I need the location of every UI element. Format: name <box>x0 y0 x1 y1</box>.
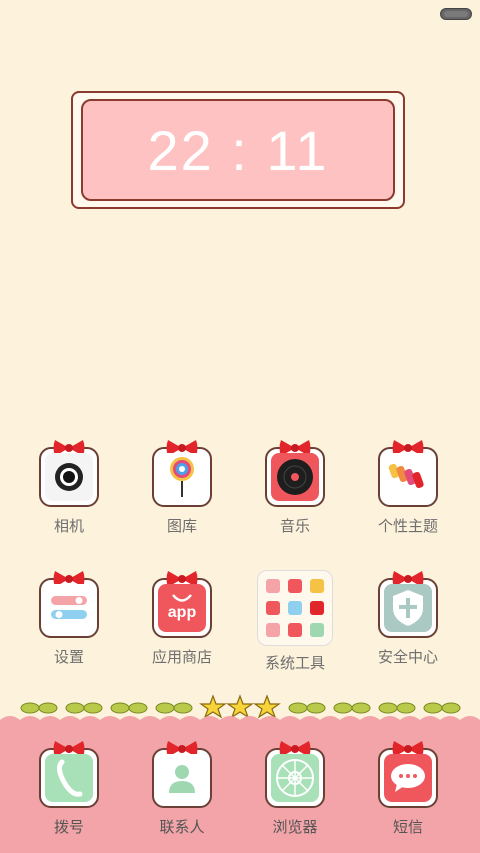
security-shield-icon <box>378 571 438 638</box>
app-label: 安全中心 <box>377 648 438 666</box>
app-settings[interactable]: 设置 <box>19 571 119 667</box>
camera-icon <box>39 440 99 507</box>
app-label: 音乐 <box>279 517 310 535</box>
app-label: 图库 <box>166 517 197 535</box>
messages-icon <box>378 741 438 808</box>
app-music[interactable]: 音乐 <box>245 440 345 536</box>
theme-icon <box>378 440 438 507</box>
app-label: 设置 <box>53 648 84 666</box>
app-store-badge: app <box>167 604 197 621</box>
battery-icon <box>440 8 472 20</box>
phone-icon <box>39 741 99 808</box>
app-label: 拨号 <box>53 818 84 836</box>
app-store-icon: app <box>152 571 212 638</box>
app-security[interactable]: 安全中心 <box>358 571 458 667</box>
app-label: 联系人 <box>159 818 205 836</box>
app-camera[interactable]: 相机 <box>19 440 119 536</box>
app-label: 系统工具 <box>264 654 325 672</box>
app-label: 应用商店 <box>151 648 212 666</box>
app-label: 浏览器 <box>272 818 318 836</box>
dock-browser[interactable]: 浏览器 <box>245 741 345 837</box>
app-label: 个性主题 <box>377 517 438 535</box>
clock-panel: 22 : 11 <box>81 99 395 201</box>
dock-phone[interactable]: 拨号 <box>19 741 119 837</box>
gallery-icon <box>152 440 212 507</box>
clock-time: 22 : 11 <box>147 118 329 182</box>
music-icon <box>265 440 325 507</box>
app-system-tools-folder[interactable]: 系统工具 <box>245 570 345 673</box>
app-gallery[interactable]: 图库 <box>132 440 232 536</box>
app-label: 相机 <box>53 517 84 535</box>
app-store[interactable]: app 应用商店 <box>132 571 232 667</box>
system-tools-folder-icon <box>257 570 333 646</box>
dock-messages[interactable]: 短信 <box>358 741 458 837</box>
clock-widget[interactable]: 22 : 11 <box>71 91 405 209</box>
settings-icon <box>39 571 99 638</box>
browser-icon <box>265 741 325 808</box>
dock-contacts[interactable]: 联系人 <box>132 741 232 837</box>
dock-scallop-edge <box>0 716 480 726</box>
app-label: 短信 <box>392 818 423 836</box>
contacts-icon <box>152 741 212 808</box>
app-theme[interactable]: 个性主题 <box>358 440 458 536</box>
